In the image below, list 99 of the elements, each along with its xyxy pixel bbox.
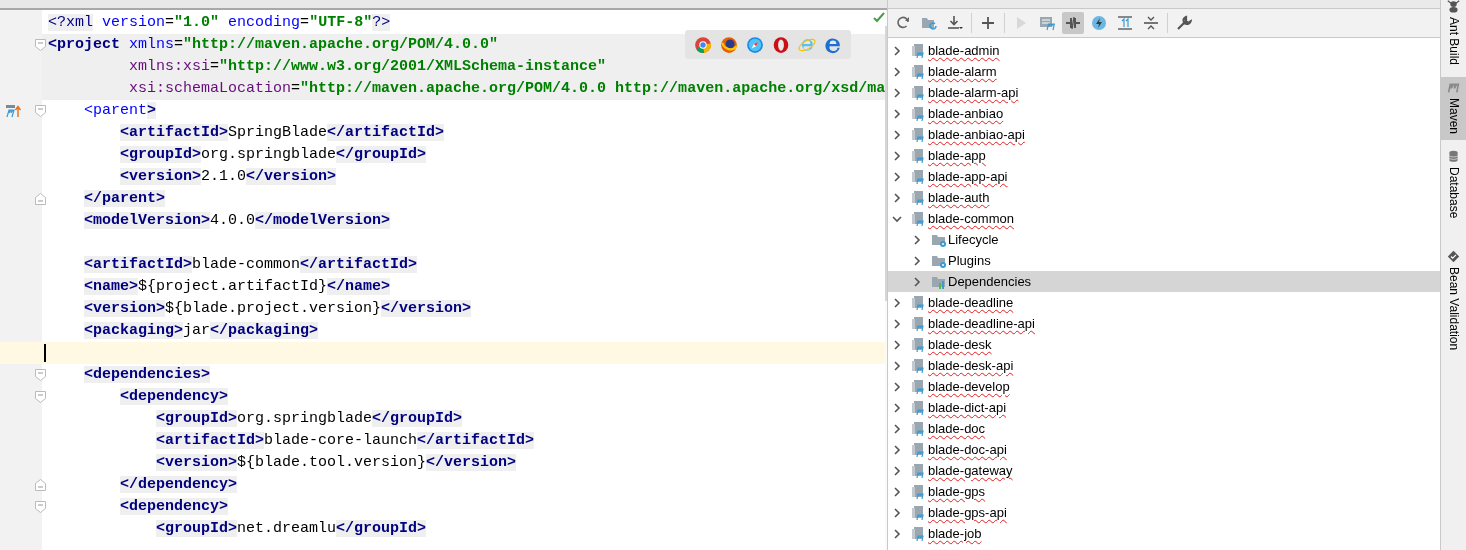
letter-o-icon[interactable]	[772, 35, 790, 54]
chevron-right-icon[interactable]	[892, 171, 902, 182]
code-line: <version>2.1.0</version>	[119, 167, 337, 187]
chevron-right-icon[interactable]	[892, 339, 902, 350]
tree-item[interactable]: blade-desk	[888, 334, 1441, 355]
code-line: <name>${project.artifactId}</name>	[83, 277, 391, 297]
module-icon	[911, 357, 927, 374]
code-line: <groupId>org.springblade</groupId>	[119, 145, 427, 165]
tree-item[interactable]: blade-gateway	[888, 460, 1441, 481]
chevron-right-icon[interactable]	[912, 255, 922, 266]
override-icon[interactable]	[5, 104, 21, 118]
module-icon	[911, 42, 927, 59]
module-icon	[911, 399, 927, 416]
module-icon	[911, 147, 927, 164]
chevron-right-icon[interactable]	[892, 87, 902, 98]
code-line: <?xml version="1.0" encoding="UTF-8"?>	[48, 13, 391, 33]
chevron-right-icon[interactable]	[912, 234, 922, 245]
chevron-right-icon[interactable]	[892, 66, 902, 77]
side-tab[interactable]: Database	[1441, 146, 1466, 225]
tree-item[interactable]: blade-desk-api	[888, 355, 1441, 376]
tree-item[interactable]: blade-gps	[888, 481, 1441, 502]
maven-m-icon	[1447, 81, 1460, 95]
tree-item[interactable]: blade-anbiao	[888, 103, 1441, 124]
code-line: <artifactId>blade-common</artifactId>	[83, 255, 418, 275]
module-icon	[911, 462, 927, 479]
module-icon	[911, 336, 927, 353]
tree-item[interactable]: blade-job	[888, 523, 1441, 544]
chevron-right-icon[interactable]	[892, 297, 902, 308]
code-line: <packaging>jar</packaging>	[83, 321, 319, 341]
tree-item[interactable]: blade-dict-api	[888, 397, 1441, 418]
module-icon	[911, 294, 927, 311]
tree-item[interactable]: Dependencies	[888, 271, 1441, 292]
tree-item[interactable]: blade-deadline-api	[888, 313, 1441, 334]
code-line: <parent>	[83, 101, 157, 121]
chevron-right-icon[interactable]	[892, 507, 902, 518]
tree-item[interactable]: blade-anbiao-api	[888, 124, 1441, 145]
module-icon	[911, 168, 927, 185]
module-icon	[911, 378, 927, 395]
module-icon	[911, 105, 927, 122]
tree-item[interactable]: blade-admin	[888, 40, 1441, 61]
ant-icon	[1447, 0, 1460, 13]
chevron-right-icon[interactable]	[912, 276, 922, 287]
chevron-right-icon[interactable]	[892, 192, 902, 203]
side-tab[interactable]: Bean Validation	[1441, 246, 1466, 357]
code-line: xsi:schemaLocation="http://maven.apache.org/POM/4.0.0 http://maven.apache.org/xsd/ma	[128, 79, 886, 99]
tree-item[interactable]: blade-gps-api	[888, 502, 1441, 523]
chevron-right-icon[interactable]	[892, 381, 902, 392]
chevron-right-icon[interactable]	[892, 528, 902, 539]
module-icon	[911, 84, 927, 101]
chevron-right-icon[interactable]	[892, 444, 902, 455]
code-line: <groupId>net.dreamlu</groupId>	[155, 519, 427, 539]
module-icon	[911, 504, 927, 521]
tree-item[interactable]: Lifecycle	[888, 229, 1441, 250]
module-icon	[911, 441, 927, 458]
tree-item[interactable]: blade-auth	[888, 187, 1441, 208]
code-line: xmlns:xsi="http://www.w3.org/2001/XMLSchema-instance"	[128, 57, 607, 77]
tree-item[interactable]: blade-doc-api	[888, 439, 1441, 460]
side-tab[interactable]: Maven	[1441, 77, 1466, 141]
tree-item[interactable]: blade-app-api	[888, 166, 1441, 187]
module-icon	[911, 189, 927, 206]
chevron-right-icon[interactable]	[892, 45, 902, 56]
chevron-right-icon[interactable]	[892, 465, 902, 476]
code-line: <artifactId>blade-core-launch</artifactId>	[155, 431, 535, 451]
code-line: <project xmlns="http://maven.apache.org/POM/4.0.0"	[48, 35, 499, 55]
tree-item[interactable]: blade-alarm-api	[888, 82, 1441, 103]
side-tab[interactable]: Ant Build	[1441, 0, 1466, 72]
code-line: <version>${blade.tool.version}</version>	[155, 453, 517, 473]
bean-icon	[1447, 250, 1460, 264]
chevron-right-icon[interactable]	[892, 423, 902, 434]
code-line: <artifactId>SpringBlade</artifactId>	[119, 123, 445, 143]
chevron-right-icon[interactable]	[892, 129, 902, 140]
tree-item[interactable]: blade-doc	[888, 418, 1441, 439]
check-icon	[873, 12, 885, 23]
code-line: <modelVersion>4.0.0</modelVersion>	[83, 211, 391, 231]
chevron-right-icon[interactable]	[892, 318, 902, 329]
module-icon	[911, 210, 927, 227]
chevron-right-icon[interactable]	[892, 150, 902, 161]
tree-item[interactable]: blade-deadline	[888, 292, 1441, 313]
module-icon	[911, 126, 927, 143]
module-icon	[911, 420, 927, 437]
module-icon	[911, 525, 927, 542]
code-line: <version>${blade.project.version}</version>	[83, 299, 472, 319]
module-icon	[911, 63, 927, 80]
chevron-right-icon[interactable]	[892, 402, 902, 413]
chevron-right-icon[interactable]	[892, 360, 902, 371]
database-icon	[1447, 150, 1460, 164]
tree-item[interactable]: blade-common	[888, 208, 1441, 229]
module-icon	[911, 483, 927, 500]
chevron-down-icon[interactable]	[892, 213, 902, 224]
tree-item[interactable]: Plugins	[888, 250, 1441, 271]
text-cursor	[44, 344, 46, 362]
code-line: <groupId>org.springblade</groupId>	[155, 409, 463, 429]
chevron-right-icon[interactable]	[892, 108, 902, 119]
tree-item[interactable]: blade-app	[888, 145, 1441, 166]
module-icon	[911, 315, 927, 332]
tree-item[interactable]: blade-develop	[888, 376, 1441, 397]
offline-toggle-icon[interactable]	[1062, 12, 1084, 34]
chevron-right-icon[interactable]	[892, 486, 902, 497]
tree-item[interactable]: blade-alarm	[888, 61, 1441, 82]
